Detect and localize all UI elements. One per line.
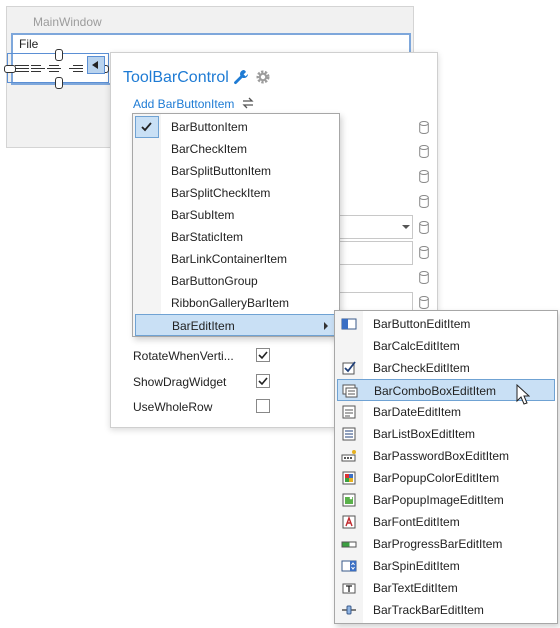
menu-item-label: BarComboBoxEditItem [374, 384, 497, 398]
gear-icon[interactable] [255, 69, 271, 85]
database-icon[interactable] [419, 246, 429, 259]
add-bar-button-item-link[interactable]: Add BarButtonItem [133, 97, 234, 111]
menu-item-barbuttongroup[interactable]: BarButtonGroup [133, 270, 339, 292]
database-icon[interactable] [419, 145, 429, 158]
checkbox-icon [342, 361, 356, 375]
rotate-checkbox[interactable] [256, 348, 270, 362]
mouse-cursor-icon [516, 384, 530, 405]
submenu-item-bartextedititem[interactable]: BarTextEditItem [335, 577, 557, 599]
menu-item-label: BarSpinEditItem [373, 559, 460, 573]
menu-item-barcheckitem[interactable]: BarCheckItem [133, 138, 339, 160]
panel-title: ToolBarControl [123, 69, 229, 86]
date-edit-icon [342, 405, 356, 419]
menu-item-bareditem[interactable]: BarEditItem [135, 314, 337, 336]
chevron-down-icon [402, 225, 410, 229]
menu-item-label: BarProgressBarEditItem [373, 537, 503, 551]
trackbar-icon [342, 605, 356, 615]
password-icon [341, 450, 356, 462]
align-center-icon[interactable] [47, 63, 61, 75]
menu-item-barstaticitem[interactable]: BarStaticItem [133, 226, 339, 248]
edit-item-submenu: BarButtonEditItem BarCalcEditItem BarChe… [334, 310, 558, 624]
menu-item-barbuttonitem[interactable]: BarButtonItem [133, 116, 339, 138]
menu-item-barsplitcheckitem[interactable]: BarSplitCheckItem [133, 182, 339, 204]
menu-item-label: BarCheckEditItem [373, 361, 470, 375]
progress-icon [341, 541, 357, 548]
menu-item-label: BarListBoxEditItem [373, 427, 476, 441]
menu-item-label: BarTrackBarEditItem [373, 603, 484, 617]
menu-item-label: BarEditItem [172, 319, 235, 333]
property-dropdown[interactable] [337, 215, 413, 239]
menu-item-barlinkcontaineritem[interactable]: BarLinkContainerItem [133, 248, 339, 270]
menu-item-label: BarDateEditItem [373, 405, 462, 419]
database-icon[interactable] [419, 296, 429, 309]
database-icon[interactable] [419, 170, 429, 183]
submenu-item-barbuttonedititem[interactable]: BarButtonEditItem [335, 313, 557, 335]
add-item-menu: BarButtonItem BarCheckItem BarSplitButto… [132, 113, 340, 337]
font-icon [342, 515, 356, 529]
align-justify-icon[interactable] [15, 63, 29, 75]
menu-item-label: BarPasswordBoxEditItem [373, 449, 510, 463]
submenu-item-barprogressbaredititem[interactable]: BarProgressBarEditItem [335, 533, 557, 555]
menu-item-label: BarCalcEditItem [373, 339, 460, 353]
menu-item-label: BarButtonGroup [171, 274, 258, 288]
menu-item-label: BarSplitButtonItem [171, 164, 272, 178]
menu-item-label: BarPopupImageEditItem [373, 493, 504, 507]
menu-item-label: BarLinkContainerItem [171, 252, 288, 266]
property-field[interactable] [337, 241, 413, 265]
submenu-item-barpopupimageedititem[interactable]: BarPopupImageEditItem [335, 489, 557, 511]
button-edit-icon [341, 318, 357, 330]
menu-item-barsplitbuttonitem[interactable]: BarSplitButtonItem [133, 160, 339, 182]
align-right-icon[interactable] [69, 63, 83, 75]
menu-item-label: BarStaticItem [171, 230, 244, 244]
submenu-item-barspinedititem[interactable]: BarSpinEditItem [335, 555, 557, 577]
menu-item-label: BarSubItem [171, 208, 235, 222]
align-left-icon[interactable] [31, 63, 45, 75]
collapse-arrow-button[interactable] [87, 56, 105, 74]
database-icon[interactable] [419, 271, 429, 284]
wrench-icon[interactable] [233, 69, 249, 85]
database-icon[interactable] [419, 195, 429, 208]
submenu-item-barpopupcoloredititem[interactable]: BarPopupColorEditItem [335, 467, 557, 489]
submenu-item-bartrackbaredititem[interactable]: BarTrackBarEditItem [335, 599, 557, 621]
menu-item-label: BarButtonEditItem [373, 317, 471, 331]
submenu-item-barcheckedititem[interactable]: BarCheckEditItem [335, 357, 557, 379]
spin-icon [341, 560, 357, 572]
check-icon [258, 351, 268, 360]
menu-item-label: BarPopupColorEditItem [373, 471, 500, 485]
listbox-icon [342, 427, 356, 441]
swap-icon[interactable] [241, 97, 255, 109]
text-edit-icon [342, 583, 356, 594]
menu-item-label: BarButtonItem [171, 120, 248, 134]
use-whole-row-checkbox[interactable] [256, 399, 270, 413]
menu-item-label: BarTextEditItem [373, 581, 458, 595]
color-icon [342, 471, 356, 485]
submenu-item-barcalcedititem[interactable]: BarCalcEditItem [335, 335, 557, 357]
combobox-icon [342, 384, 358, 398]
menu-item-label: RibbonGalleryBarItem [171, 296, 290, 310]
menu-item-barsubitem[interactable]: BarSubItem [133, 204, 339, 226]
checked-indicator [135, 116, 159, 138]
menu-item-label: BarFontEditItem [373, 515, 460, 529]
database-icon[interactable] [419, 221, 429, 234]
file-menu[interactable]: File [19, 37, 38, 51]
menu-item-label: BarCheckItem [171, 142, 248, 156]
menu-item-ribbongallerybaritem[interactable]: RibbonGalleryBarItem [133, 292, 339, 314]
submenu-item-barfontedititem[interactable]: BarFontEditItem [335, 511, 557, 533]
check-icon [141, 122, 152, 132]
image-icon [342, 493, 356, 507]
property-label: ShowDragWidget [133, 375, 227, 389]
submenu-item-barpasswordboxedititem[interactable]: BarPasswordBoxEditItem [335, 445, 557, 467]
database-icon[interactable] [419, 121, 429, 134]
property-label: RotateWhenVerti... [133, 349, 234, 363]
resize-handle[interactable] [55, 49, 63, 61]
property-label: UseWholeRow [133, 400, 213, 414]
submenu-arrow-icon [324, 322, 328, 330]
window-title: MainWindow [33, 15, 102, 29]
resize-handle[interactable] [55, 77, 63, 89]
check-icon [258, 377, 268, 386]
show-drag-widget-checkbox[interactable] [256, 374, 270, 388]
menu-item-label: BarSplitCheckItem [171, 186, 271, 200]
submenu-item-barlistboxedititem[interactable]: BarListBoxEditItem [335, 423, 557, 445]
